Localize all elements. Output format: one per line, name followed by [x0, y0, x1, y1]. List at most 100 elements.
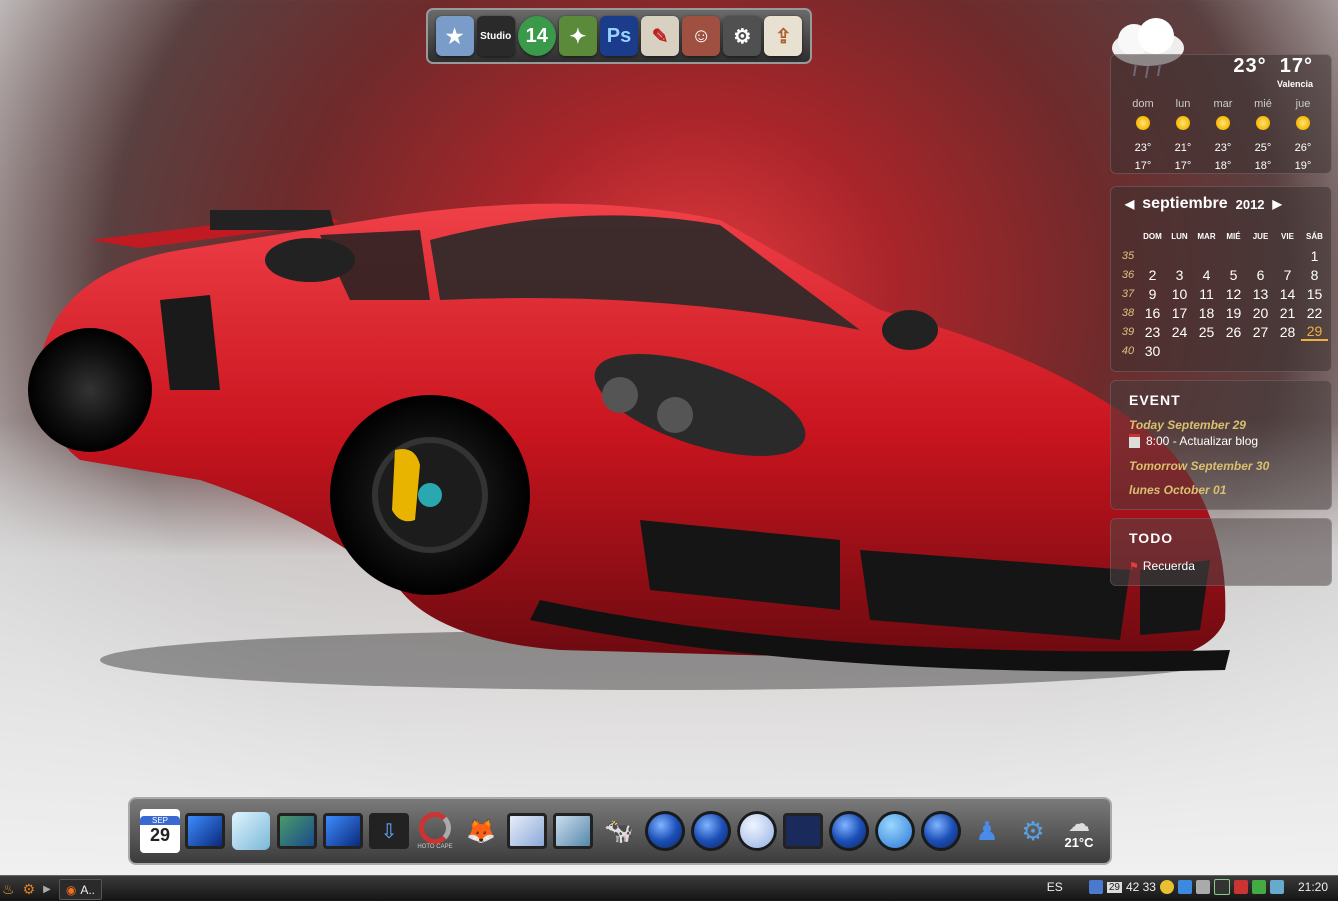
- network-orb-icon[interactable]: [920, 807, 962, 855]
- desktop-icon[interactable]: [276, 807, 318, 855]
- calendar-day[interactable]: 4: [1193, 267, 1220, 283]
- magic-wand-icon[interactable]: ✦: [558, 16, 597, 56]
- event-item[interactable]: 8:00 - Actualizar blog: [1129, 434, 1258, 448]
- calendar-day[interactable]: 8: [1301, 267, 1328, 283]
- calendar-day[interactable]: 11: [1193, 286, 1220, 302]
- expand-arrow-icon[interactable]: ▶: [43, 884, 51, 895]
- calendar-day[interactable]: 24: [1166, 324, 1193, 340]
- messenger-icon[interactable]: ♟: [966, 807, 1008, 855]
- event-next-line: lunes October 01: [1129, 483, 1227, 497]
- calendar-day[interactable]: 28: [1274, 324, 1301, 340]
- remote-desktop-icon[interactable]: [506, 807, 548, 855]
- dropbox-icon[interactable]: [1177, 880, 1192, 894]
- calendar-header: ◀ septiembre 2012 ▶: [1125, 195, 1282, 213]
- event-today-line: Today September 29: [1129, 418, 1246, 432]
- calendar-day[interactable]: 6: [1247, 267, 1274, 283]
- dow-label: DOM: [1143, 232, 1162, 241]
- calendar-day[interactable]: 23: [1139, 324, 1166, 340]
- calendar-day[interactable]: 7: [1274, 267, 1301, 283]
- calendar-day[interactable]: 19: [1220, 305, 1247, 321]
- computer-icon[interactable]: [552, 807, 594, 855]
- globe-orb-icon[interactable]: [690, 807, 732, 855]
- tray-calendar-icon[interactable]: 29: [1106, 881, 1122, 893]
- settings-gear-icon[interactable]: ⚙: [23, 881, 36, 898]
- trash-icon[interactable]: [782, 807, 824, 855]
- calendar-day[interactable]: 1: [1301, 248, 1328, 264]
- calendar-week-row: 40 30: [1117, 341, 1328, 360]
- calendar-day[interactable]: 13: [1247, 286, 1274, 302]
- calendar-week-row: 36 2 3 4 5 6 7 8: [1117, 265, 1328, 284]
- calendar-day[interactable]: 5: [1220, 267, 1247, 283]
- taskbar: ♨ ⚙ ▶ ◉ A.. ES 29 42 33 21:20: [0, 875, 1338, 901]
- calendar-day-today[interactable]: 29: [1301, 323, 1328, 341]
- partly-cloudy-icon: [1176, 116, 1190, 130]
- calendar-dow-row: DOM LUN MAR MIÉ JUE VIE SÁB: [1117, 227, 1328, 246]
- monitor-tray-icon[interactable]: [1213, 879, 1230, 895]
- calendar-day[interactable]: 15: [1301, 286, 1328, 302]
- calendar-day[interactable]: 22: [1301, 305, 1328, 321]
- calendar-day[interactable]: 16: [1139, 305, 1166, 321]
- folder-screen-icon[interactable]: [322, 807, 364, 855]
- calendar-icon[interactable]: SEP 29: [140, 809, 180, 853]
- studio-icon[interactable]: Studio: [476, 16, 515, 56]
- show-desktop-icon[interactable]: [1088, 880, 1103, 894]
- antivirus-icon[interactable]: [1233, 880, 1248, 894]
- photoshop-icon[interactable]: Ps: [599, 16, 638, 56]
- system-tray: ES 29 42 33 21:20: [1047, 879, 1334, 895]
- ice-cube-icon[interactable]: [230, 807, 272, 855]
- moon-icon[interactable]: [736, 807, 778, 855]
- mascot-icon[interactable]: 🐄: [598, 807, 640, 855]
- flag-icon: ⚑: [1129, 560, 1139, 573]
- network-icon[interactable]: [1269, 880, 1284, 894]
- tray-text: 42 33: [1125, 880, 1156, 894]
- calendar-day[interactable]: 12: [1220, 286, 1247, 302]
- calendar-week-row: 38 16 17 18 19 20 21 22: [1117, 303, 1328, 322]
- calendar-day[interactable]: 9: [1139, 286, 1166, 302]
- dow-label: MAR: [1197, 232, 1216, 241]
- dolphin-icon[interactable]: [874, 807, 916, 855]
- language-indicator[interactable]: ES: [1047, 880, 1063, 894]
- security-shield-icon[interactable]: [1251, 880, 1266, 894]
- gimp-icon[interactable]: 🦊: [460, 807, 502, 855]
- calendar-day[interactable]: 14: [1274, 286, 1301, 302]
- download-manager-icon[interactable]: [1195, 880, 1210, 894]
- calendar-day[interactable]: 3: [1166, 267, 1193, 283]
- weather-dock-icon[interactable]: ☁ 21°C: [1058, 807, 1100, 855]
- settings-icon[interactable]: ⚙: [1012, 807, 1054, 855]
- hoto-cape-icon[interactable]: HOTO CAPE: [414, 807, 456, 855]
- start-menu-icon[interactable]: ♨: [2, 881, 15, 898]
- taskbar-left: ♨ ⚙ ▶ ◉ A..: [2, 879, 102, 900]
- taskbar-window-button[interactable]: ◉ A..: [58, 879, 102, 900]
- notepad-icon[interactable]: ✎: [641, 16, 680, 56]
- calendar-day[interactable]: 27: [1247, 324, 1274, 340]
- download-icon[interactable]: ⇩: [368, 807, 410, 855]
- prev-month-icon[interactable]: ◀: [1125, 197, 1134, 211]
- system-tool-icon[interactable]: ⚙: [723, 16, 762, 56]
- favorites-star-icon[interactable]: ★: [435, 16, 474, 56]
- weather-widget[interactable]: 23° 17° Valencia dom 23° 17° lun 21° 17°…: [1110, 54, 1332, 174]
- clock[interactable]: 21:20: [1298, 880, 1328, 894]
- sun-icon: [1296, 116, 1310, 130]
- calendar-day[interactable]: 30: [1139, 343, 1166, 359]
- week-number: 37: [1121, 287, 1135, 300]
- weather-city: Valencia: [1276, 79, 1313, 89]
- calendar-day[interactable]: 17: [1166, 305, 1193, 321]
- calendar-day[interactable]: 20: [1247, 305, 1274, 321]
- user-photo-icon[interactable]: ☺: [682, 16, 721, 56]
- calendar-day[interactable]: 10: [1166, 286, 1193, 302]
- monitor-icon[interactable]: [184, 807, 226, 855]
- todo-item[interactable]: ⚑ Recuerda: [1129, 559, 1195, 573]
- calendar-day[interactable]: 21: [1274, 305, 1301, 321]
- next-month-icon[interactable]: ▶: [1273, 197, 1282, 211]
- usb-drive-icon[interactable]: ⇪: [764, 16, 803, 56]
- calendar-day[interactable]: 25: [1193, 324, 1220, 340]
- back-orb-icon[interactable]: [644, 807, 686, 855]
- firefox-icon: ◉: [65, 882, 77, 897]
- user-orb-icon[interactable]: [828, 807, 870, 855]
- week-number: 39: [1121, 325, 1135, 338]
- calendar-day[interactable]: 26: [1220, 324, 1247, 340]
- nero-14-icon[interactable]: 14: [517, 16, 556, 56]
- calendar-day[interactable]: 2: [1139, 267, 1166, 283]
- smiley-icon[interactable]: [1159, 880, 1174, 894]
- calendar-day[interactable]: 18: [1193, 305, 1220, 321]
